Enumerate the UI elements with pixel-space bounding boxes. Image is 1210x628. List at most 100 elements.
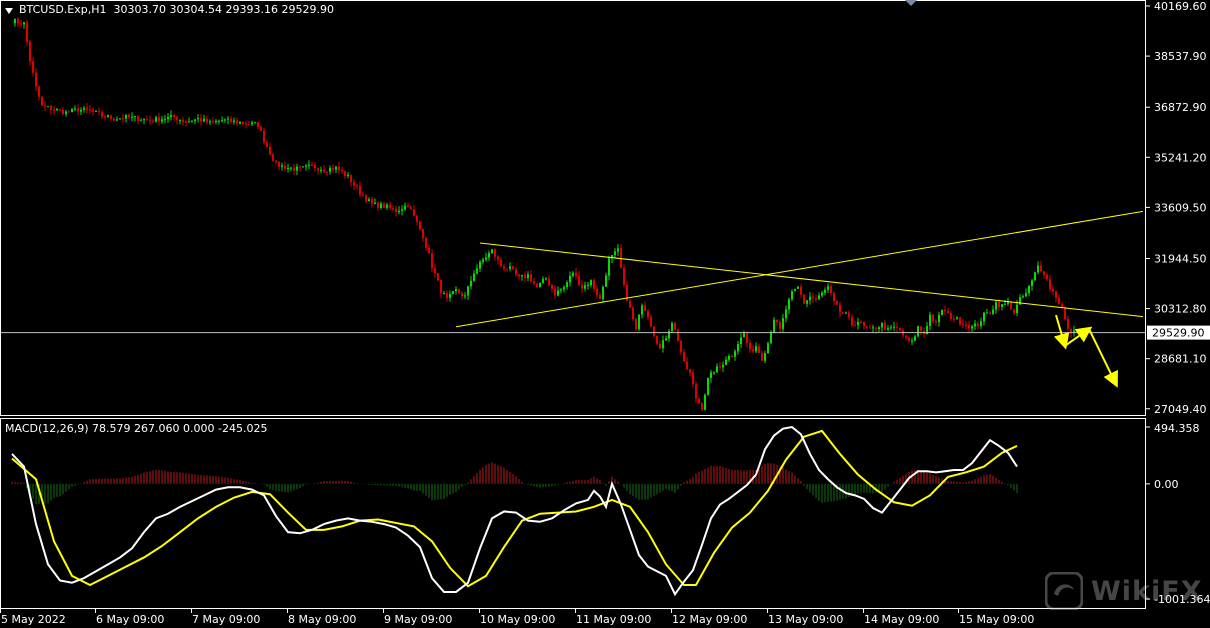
candle-body bbox=[155, 117, 157, 122]
candle-body bbox=[893, 326, 895, 328]
candle-body bbox=[53, 110, 55, 112]
candle-body bbox=[440, 280, 442, 294]
candle-body bbox=[449, 293, 451, 298]
candle-body bbox=[59, 109, 61, 111]
candle-body bbox=[194, 119, 196, 122]
candle-body bbox=[791, 291, 793, 300]
candle-body bbox=[35, 72, 37, 87]
candle-body bbox=[161, 119, 163, 122]
candle-body bbox=[233, 120, 235, 122]
candle-body bbox=[788, 299, 790, 310]
candle-body bbox=[785, 309, 787, 319]
candle-body bbox=[1046, 274, 1048, 280]
candle-body bbox=[596, 288, 598, 296]
scroll-shift-marker[interactable] bbox=[905, 0, 917, 6]
candle-body bbox=[1028, 285, 1030, 294]
candle-body bbox=[569, 275, 571, 283]
candle-body bbox=[419, 221, 421, 230]
current-price-value: 29529.90 bbox=[1152, 327, 1205, 340]
candle-body bbox=[929, 314, 931, 327]
candle-body bbox=[710, 372, 712, 378]
candle-body bbox=[443, 293, 445, 295]
candle-body bbox=[458, 289, 460, 294]
candle-body bbox=[494, 249, 496, 257]
candle-body bbox=[50, 106, 52, 111]
candle-body bbox=[269, 146, 271, 155]
candle-body bbox=[731, 355, 733, 357]
candle-body bbox=[668, 330, 670, 339]
candle-body bbox=[1031, 280, 1033, 286]
candle-body bbox=[716, 366, 718, 373]
candle-body bbox=[1040, 265, 1042, 272]
candle-body bbox=[470, 280, 472, 287]
candle-body bbox=[158, 117, 160, 122]
candle-body bbox=[878, 327, 880, 330]
candle-body bbox=[992, 309, 994, 314]
candle-body bbox=[890, 327, 892, 329]
candle-body bbox=[338, 166, 340, 171]
candle-body bbox=[65, 111, 67, 115]
price-tick-label: 30312.80 bbox=[1154, 303, 1207, 316]
candle-body bbox=[659, 343, 661, 349]
chart-canvas: 40169.60 38537.90 36872.90 35241.20 33609.50… bbox=[0, 0, 1210, 628]
watermark: WikiFX bbox=[1045, 572, 1203, 610]
candle-body bbox=[872, 327, 874, 329]
candle-body bbox=[758, 346, 760, 353]
candle-body bbox=[86, 107, 88, 110]
candle-body bbox=[284, 165, 286, 169]
candle-body bbox=[572, 272, 574, 276]
candle-body bbox=[392, 208, 394, 210]
macd-tick-label: 0.00 bbox=[1154, 478, 1179, 491]
candle-body bbox=[179, 119, 181, 121]
candle-body bbox=[563, 287, 565, 290]
candle-body bbox=[236, 120, 238, 124]
candle-body bbox=[230, 118, 232, 122]
candle-body bbox=[608, 258, 610, 276]
candle-body bbox=[71, 108, 73, 112]
candle-body bbox=[797, 286, 799, 289]
candle-body bbox=[125, 114, 127, 119]
candle-body bbox=[521, 274, 523, 277]
candle-body bbox=[983, 312, 985, 322]
candle-body bbox=[317, 168, 319, 171]
candle-body bbox=[308, 164, 310, 166]
candle-body bbox=[41, 96, 43, 106]
candle-body bbox=[371, 199, 373, 204]
candle-body bbox=[488, 253, 490, 258]
candle-body bbox=[839, 304, 841, 313]
candle-body bbox=[77, 108, 79, 112]
candle-body bbox=[353, 182, 355, 186]
candle-body bbox=[152, 120, 154, 122]
candle-body bbox=[602, 286, 604, 299]
ohlc-values: 30303.70 30304.54 29393.16 29529.90 bbox=[113, 3, 334, 16]
candle-body bbox=[1037, 265, 1039, 273]
candle-body bbox=[986, 312, 988, 314]
candle-body bbox=[887, 328, 889, 330]
candle-body bbox=[446, 293, 448, 298]
candle-body bbox=[968, 324, 970, 329]
candle-body bbox=[38, 86, 40, 97]
time-tick-label: 12 May 09:00 bbox=[672, 613, 747, 626]
candle-body bbox=[410, 207, 412, 210]
candle-body bbox=[956, 317, 958, 320]
candle-body bbox=[32, 61, 34, 73]
candle-body bbox=[314, 164, 316, 169]
candle-body bbox=[20, 23, 22, 25]
candle-body bbox=[479, 261, 481, 269]
candle-body bbox=[413, 209, 415, 216]
price-axis: 40169.60 38537.90 36872.90 35241.20 33609.50… bbox=[1146, 0, 1210, 416]
candle-body bbox=[536, 283, 538, 288]
candle-body bbox=[293, 167, 295, 171]
candle-body bbox=[944, 309, 946, 312]
candle-body bbox=[260, 126, 262, 131]
candle-body bbox=[1001, 304, 1003, 308]
candle-body bbox=[845, 312, 847, 314]
time-tick-label: 14 May 09:00 bbox=[864, 613, 939, 626]
macd-header: MACD(12,26,9) 78.579 267.060 0.000 -245.… bbox=[5, 422, 268, 435]
candle-body bbox=[683, 352, 685, 362]
time-tick-label: 6 May 09:00 bbox=[96, 613, 164, 626]
candle-body bbox=[974, 323, 976, 327]
candle-body bbox=[347, 174, 349, 177]
candle-body bbox=[377, 202, 379, 209]
candle-body bbox=[491, 249, 493, 254]
